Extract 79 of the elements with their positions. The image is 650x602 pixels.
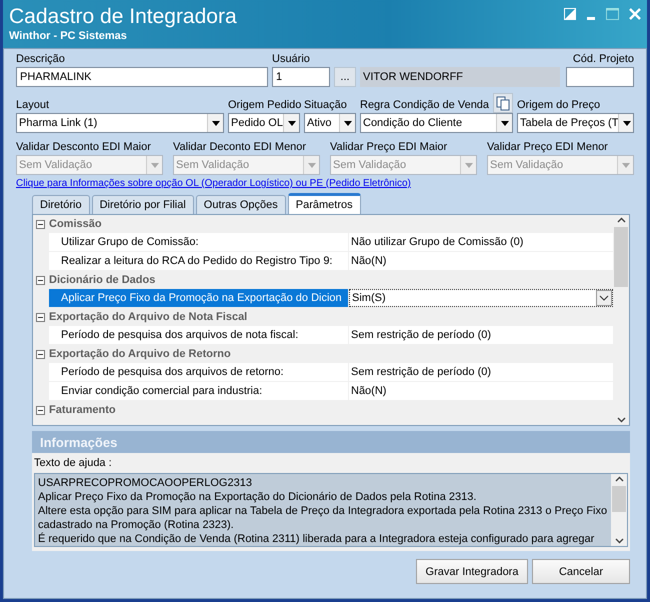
lookup-button[interactable]: ... — [334, 67, 356, 87]
field-label: Origem Pedido — [228, 99, 302, 111]
tab[interactable]: Parâmetros — [288, 193, 361, 214]
caret-icon — [288, 120, 296, 126]
scroll-up-icon[interactable] — [616, 217, 626, 223]
caret-icon — [344, 120, 352, 126]
section-title: Exportação do Arquivo de Nota Fiscal — [49, 311, 248, 323]
window-subtitle: Winthor - PC Sistemas — [9, 30, 128, 42]
property-value[interactable]: Sem restrição de período (0) — [349, 326, 613, 344]
property-label[interactable]: Período de pesquisa dos arquivos de retorno: — [49, 363, 349, 381]
caret-icon — [150, 162, 158, 168]
caret-icon — [464, 162, 472, 168]
scrollbar[interactable] — [611, 474, 627, 546]
scroll-up-icon[interactable] — [614, 476, 624, 482]
caret-icon — [212, 120, 220, 126]
caret-icon — [622, 120, 631, 126]
field-label: Cód. Projeto — [572, 53, 634, 65]
help-text-area[interactable] — [34, 473, 628, 547]
scroll-down-icon[interactable] — [616, 417, 626, 423]
dropdown[interactable]: Pedido OL — [228, 113, 300, 133]
readonly-field: VITOR WENDORFF — [360, 67, 560, 87]
dropdown[interactable]: Pharma Link (1) — [16, 113, 224, 133]
property-value[interactable]: Sem restrição de período (0) — [349, 363, 613, 381]
collapse-icon[interactable] — [36, 406, 45, 414]
info-link[interactable]: Clique para Informações sobre opção OL (Operador Logístico) ou PE (Pedido Eletrônico) — [16, 178, 634, 189]
tab[interactable]: Outras Opções — [196, 195, 286, 214]
close-icon[interactable] — [629, 8, 641, 20]
property-value[interactable]: Sim(S) — [349, 289, 613, 307]
property-value[interactable]: Não(N) — [349, 382, 613, 400]
dropdown[interactable]: Condição do Cliente — [360, 113, 513, 133]
field-label: Regra Condição de Venda — [360, 99, 490, 111]
property-label[interactable]: Realizar a leitura do RCA do Pedido do Registro Tipo 9: — [49, 252, 349, 270]
caret-icon — [622, 162, 630, 168]
window-title: Cadastro de Integradora — [9, 4, 237, 30]
help-label: Texto de ajuda : — [34, 457, 113, 469]
section-title: Dicionário de Dados — [49, 274, 156, 286]
field-label: Descrição — [16, 53, 66, 65]
field-label: Validar Deconto EDI Menor — [173, 141, 308, 153]
cancel-button[interactable]: Cancelar — [532, 559, 630, 584]
property-label[interactable]: Aplicar Preço Fixo da Promoção na Exportação do Dicion — [49, 289, 349, 307]
property-label[interactable]: Utilizar Grupo de Comissão: — [49, 233, 349, 251]
collapse-icon[interactable] — [36, 276, 45, 284]
collapse-icon[interactable] — [36, 350, 45, 358]
caret-icon — [500, 120, 508, 126]
collapse-icon[interactable] — [36, 312, 45, 322]
section-title: Exportação do Arquivo de Retorno — [49, 348, 231, 360]
info-header: Informações — [32, 431, 630, 453]
scroll-down-icon[interactable] — [614, 538, 624, 544]
restore-icon[interactable] — [564, 8, 576, 20]
collapse-icon[interactable] — [36, 220, 45, 228]
field-label: Origem do Preço — [517, 99, 600, 111]
field-label: Validar Preço EDI Maior — [330, 141, 448, 153]
save-button[interactable]: Gravar Integradora — [416, 559, 528, 584]
dropdown[interactable]: Ativo — [304, 113, 356, 133]
field-label: Usuário — [272, 53, 311, 65]
input-field[interactable] — [566, 67, 634, 87]
property-value[interactable]: Não(N) — [349, 252, 613, 270]
caret-icon — [308, 162, 316, 168]
field-label: Validar Preço EDI Menor — [487, 141, 609, 153]
field-label: Situação — [304, 99, 347, 111]
help-text: É requerido que na Condição de Venda (Rotina 2311) liberada para a Integradora esteja configurado para agregar — [38, 532, 596, 546]
input-field[interactable]: PHARMALINK — [16, 67, 268, 87]
property-label[interactable]: Período de pesquisa dos arquivos de nota fiscal: — [49, 326, 349, 344]
field-label: Layout — [16, 99, 50, 111]
section-title: Faturamento — [49, 404, 116, 416]
property-label[interactable]: Enviar condição comercial para industria: — [49, 382, 349, 400]
document-icon[interactable] — [493, 93, 513, 113]
input-field[interactable]: 1 — [272, 67, 330, 87]
dropdown-icon[interactable] — [596, 290, 612, 306]
scrollbar[interactable] — [613, 215, 629, 425]
help-text: USARPRECOPROMOCAOOPERLOG2313 — [38, 476, 253, 490]
tab[interactable]: Diretório — [32, 195, 90, 214]
field-label: Validar Desconto EDI Maior — [16, 141, 152, 153]
dropdown[interactable]: Tabela de Preços (T — [517, 113, 634, 133]
help-text: Altere esta opção para SIM para aplicar na Tabela de Preço da Integradora exportada pela Rotina 2313 o Preço Fixo cadastrado na Promoção (Rotina 2323). — [38, 504, 608, 532]
help-text: Aplicar Preço Fixo da Promoção na Exportação do Dicionário de Dados pela Rotina 2313. — [38, 490, 478, 504]
property-value[interactable]: Não utilizar Grupo de Comissão (0) — [349, 233, 613, 251]
tab[interactable]: Diretório por Filial — [92, 195, 194, 214]
section-title: Comissão — [49, 218, 102, 230]
